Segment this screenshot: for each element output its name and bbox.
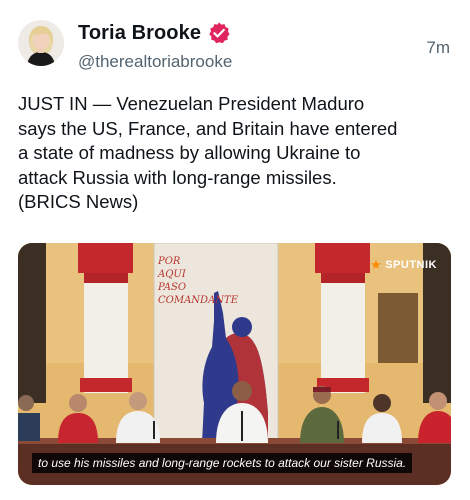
- tweet-post[interactable]: Toria Brooke @therealtoriabrooke 7m JUST…: [0, 0, 470, 500]
- avatar-image: [18, 20, 64, 66]
- video-caption: to use his missiles and long-range rocke…: [32, 453, 413, 473]
- verified-badge-icon: [207, 21, 231, 45]
- poster-text: POR AQUI PASO COMANDANTE: [158, 256, 239, 306]
- sputnik-star-icon: ★: [370, 257, 383, 272]
- author-avatar[interactable]: [18, 20, 64, 66]
- sputnik-watermark: ★ SPUTNIK: [370, 257, 437, 273]
- post-timestamp[interactable]: 7m: [426, 38, 450, 58]
- author-info: Toria Brooke @therealtoriabrooke: [78, 19, 232, 72]
- post-text: JUST IN — Venezuelan President Maduro sa…: [18, 93, 398, 212]
- watermark-label: SPUTNIK: [385, 259, 437, 271]
- author-handle[interactable]: @therealtoriabrooke: [78, 52, 232, 72]
- post-video[interactable]: POR AQUI PASO COMANDANTE ★ SPUTNIK to us…: [18, 243, 451, 485]
- author-name[interactable]: Toria Brooke: [78, 22, 201, 45]
